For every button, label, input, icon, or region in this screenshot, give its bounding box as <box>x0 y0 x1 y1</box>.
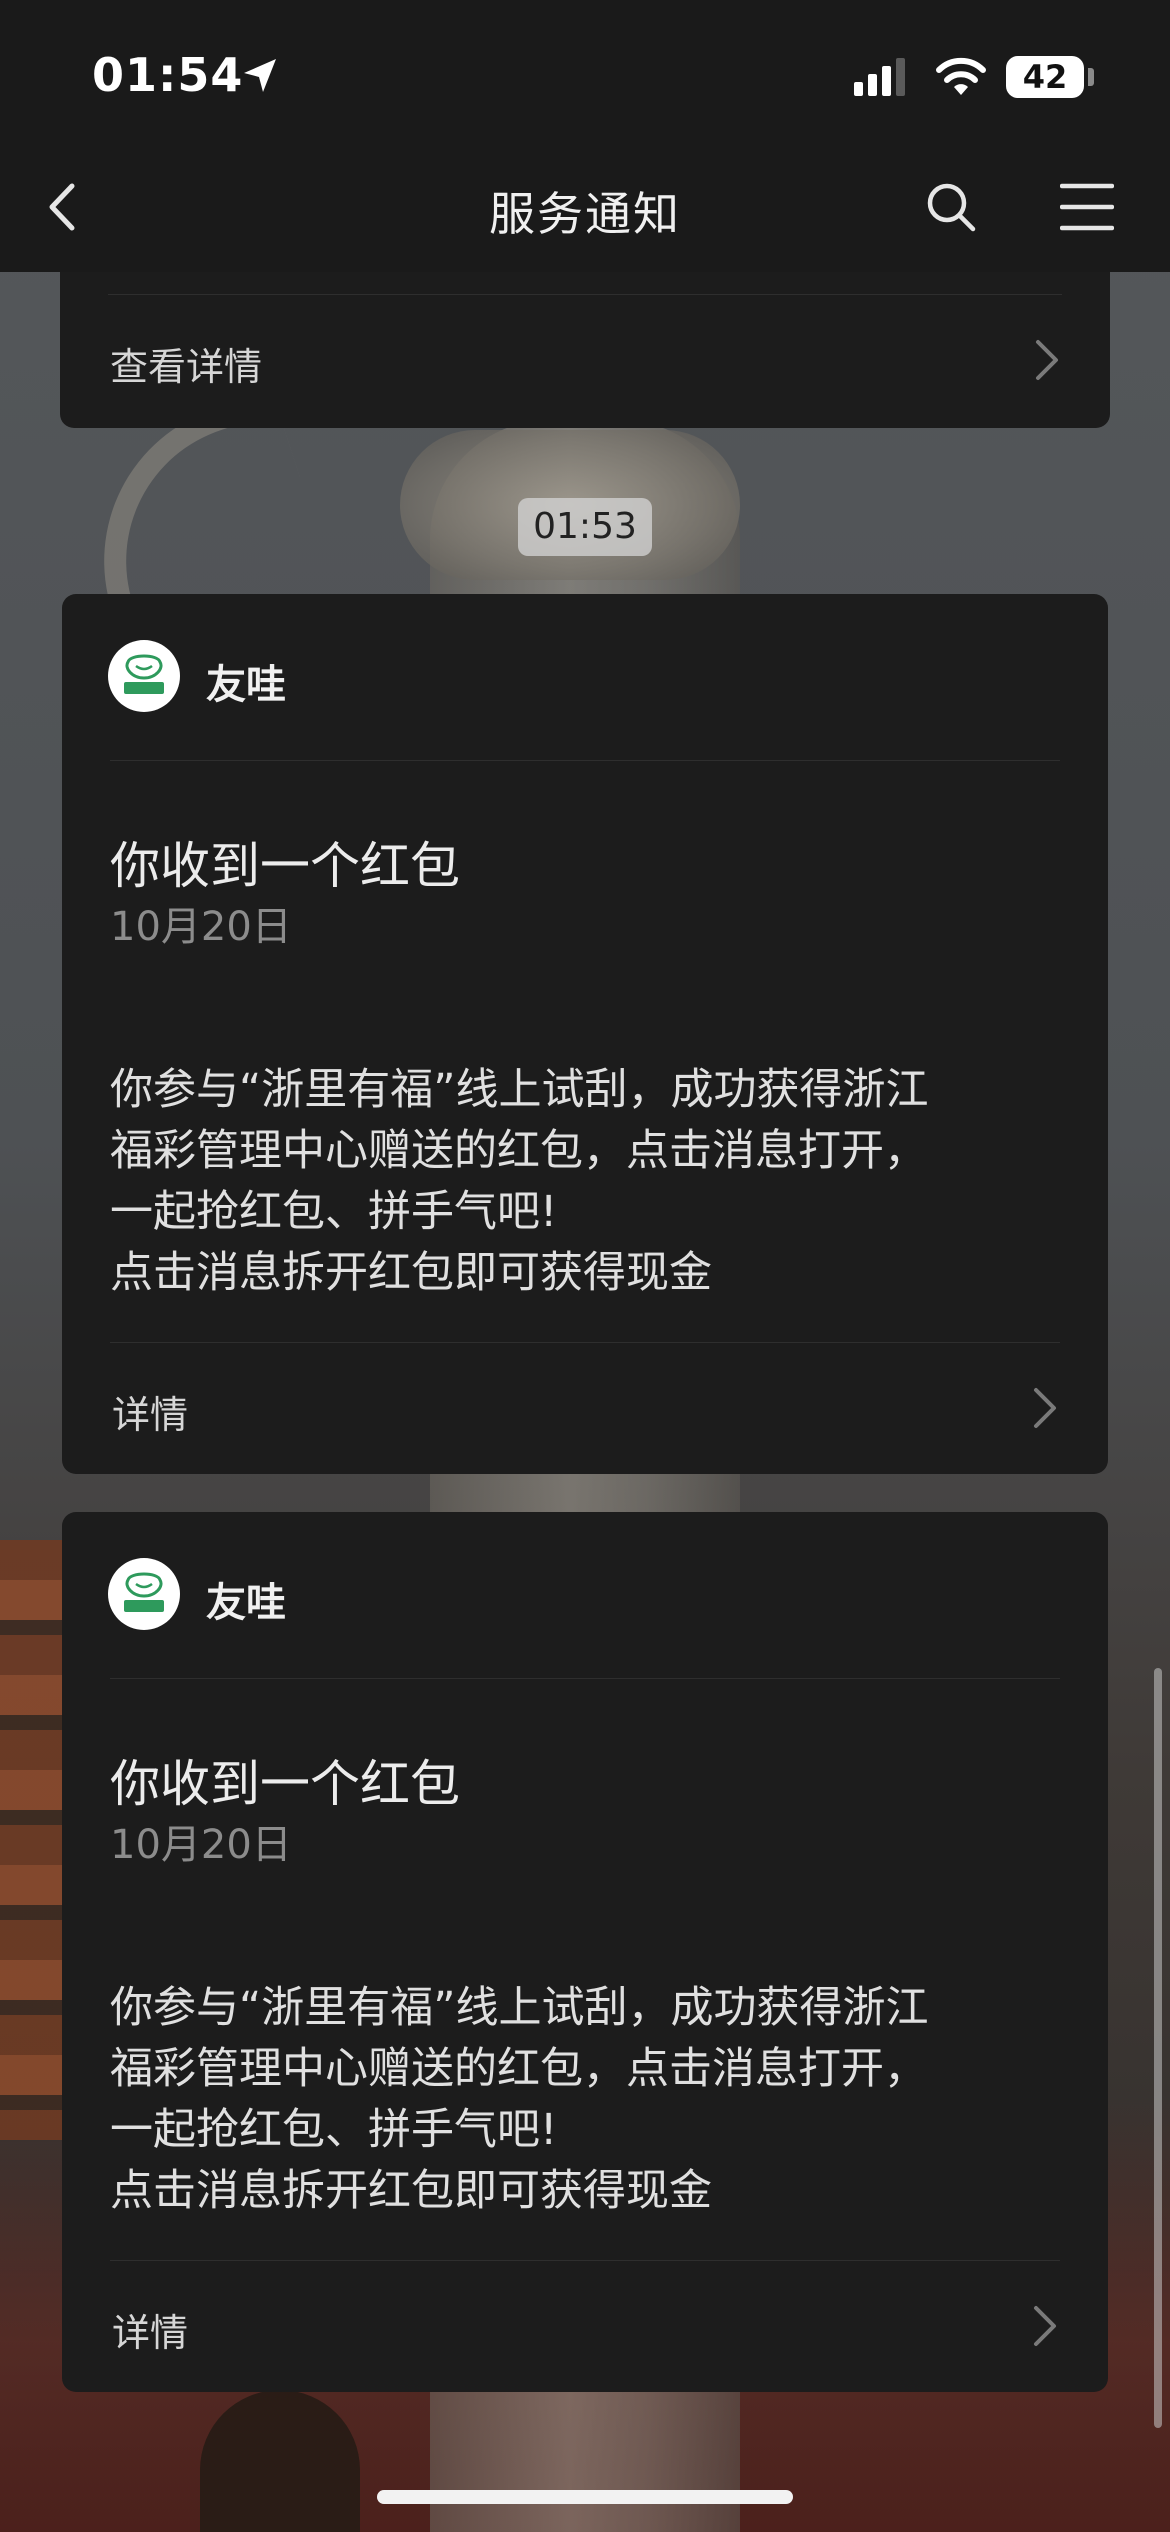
chevron-right-icon <box>1036 340 1058 380</box>
app-name: 友哇 <box>206 1580 286 1626</box>
message-body-line: 你参与“浙里有福”线上试刮，成功获得浙江 <box>110 1065 929 1115</box>
message-body-line: 一起抢红包、拼手气吧! <box>110 2105 558 2155</box>
chevron-right-icon <box>1034 2306 1056 2346</box>
message-body-line: 你参与“浙里有福”线上试刮，成功获得浙江 <box>110 1983 929 2033</box>
app-name: 友哇 <box>206 662 286 708</box>
divider <box>110 1678 1060 1679</box>
page-title: 服务通知 <box>489 187 681 241</box>
chevron-right-icon <box>1034 1388 1056 1428</box>
cellular-signal-icon <box>854 58 905 96</box>
battery-cap <box>1088 68 1094 86</box>
divider <box>108 294 1062 295</box>
search-icon[interactable] <box>924 180 978 234</box>
message-date: 10月20日 <box>110 1822 292 1868</box>
divider <box>110 1342 1060 1343</box>
app-avatar <box>108 1558 180 1630</box>
location-arrow-icon <box>244 59 276 92</box>
details-link[interactable]: 详情 <box>112 1384 188 1439</box>
header: 01:54 42 服务通知 <box>0 0 1170 272</box>
message-card[interactable]: 友哇 你收到一个红包 10月20日 你参与“浙里有福”线上试刮，成功获得浙江 福… <box>62 1512 1108 2392</box>
app-logo-icon <box>124 654 164 694</box>
details-link[interactable]: 详情 <box>112 2302 188 2357</box>
background-building <box>0 1540 70 2140</box>
message-body-line: 福彩管理中心赠送的红包，点击消息打开， <box>110 1126 927 1176</box>
wifi-icon <box>936 57 986 95</box>
message-title: 你收到一个红包 <box>110 1755 460 1813</box>
message-body: 你参与“浙里有福”线上试刮，成功获得浙江 福彩管理中心赠送的红包，点击消息打开，… <box>110 1978 1070 2222</box>
message-card[interactable]: 友哇 你收到一个红包 10月20日 你参与“浙里有福”线上试刮，成功获得浙江 福… <box>62 594 1108 1474</box>
message-body-line: 点击消息拆开红包即可获得现金 <box>110 2166 712 2216</box>
message-body-line: 福彩管理中心赠送的红包，点击消息打开， <box>110 2044 927 2094</box>
divider <box>110 2260 1060 2261</box>
view-details-link[interactable]: 查看详情 <box>110 336 262 391</box>
message-date: 10月20日 <box>110 904 292 950</box>
scrollbar[interactable] <box>1154 1668 1162 2428</box>
app-avatar <box>108 640 180 712</box>
home-indicator[interactable] <box>377 2490 793 2504</box>
menu-icon[interactable] <box>1060 182 1114 232</box>
divider <box>110 760 1060 761</box>
app-logo-icon <box>124 1572 164 1612</box>
status-time: 01:54 <box>92 48 244 102</box>
time-separator: 01:53 <box>518 498 652 556</box>
battery-indicator: 42 <box>1006 56 1084 98</box>
message-body-line: 一起抢红包、拼手气吧! <box>110 1187 558 1237</box>
message-body: 你参与“浙里有福”线上试刮，成功获得浙江 福彩管理中心赠送的红包，点击消息打开，… <box>110 1060 1070 1304</box>
message-body-line: 点击消息拆开红包即可获得现金 <box>110 1248 712 1298</box>
message-title: 你收到一个红包 <box>110 837 460 895</box>
app-root: 01:54 42 服务通知 查看详情 01:53 友哇 你收到一个红包 10月2… <box>0 0 1170 2532</box>
